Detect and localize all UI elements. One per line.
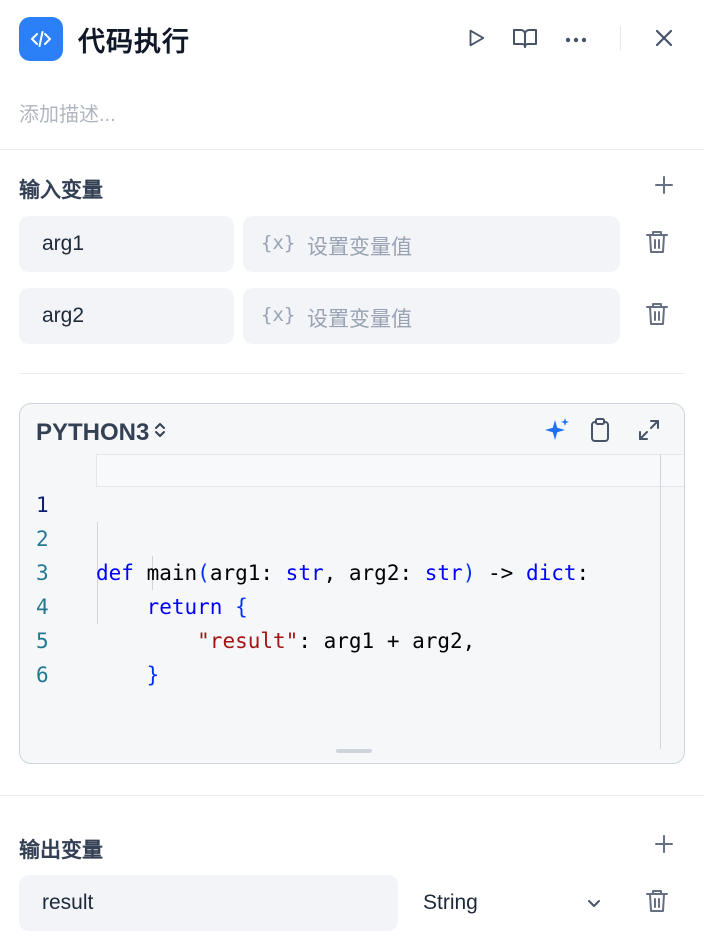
close-button[interactable]: [646, 22, 682, 58]
trash-icon: [645, 229, 669, 260]
node-header: 代码执行: [0, 0, 704, 80]
input-variable-name[interactable]: arg2: [19, 288, 234, 344]
variable-icon: {x}: [261, 304, 296, 326]
editor-scrollbar[interactable]: [660, 454, 661, 749]
code-editor[interactable]: PYTHON3 1 2 def main(arg1: str, arg2: st…: [19, 403, 685, 764]
input-variables-title: 输入变量: [19, 179, 103, 202]
trash-icon: [645, 301, 669, 332]
input-variable-name[interactable]: arg1: [19, 216, 234, 272]
delete-input-button[interactable]: [640, 299, 674, 333]
output-variables-title: 输出变量: [19, 839, 103, 862]
resize-handle[interactable]: [336, 749, 372, 753]
language-label: PYTHON3: [36, 419, 150, 446]
plus-icon: [654, 175, 674, 200]
expand-icon: [637, 418, 661, 447]
output-type-select[interactable]: String: [407, 875, 620, 931]
chevron-up-down-icon: [153, 419, 167, 447]
code-line[interactable]: 5 }: [20, 590, 660, 687]
language-select[interactable]: PYTHON3: [36, 419, 167, 447]
value-placeholder: 设置变量值: [307, 308, 412, 331]
add-input-button[interactable]: [648, 171, 680, 203]
node-title[interactable]: 代码执行: [78, 20, 190, 59]
bracket-token: }: [146, 663, 160, 687]
run-button[interactable]: [458, 22, 494, 58]
code-line[interactable]: 3 return {: [20, 522, 660, 619]
code-line[interactable]: 4 "result": arg1 + arg2,: [20, 556, 660, 653]
input-variable-value[interactable]: {x} 设置变量值: [243, 288, 620, 344]
expand-button[interactable]: [632, 415, 666, 449]
close-icon: [654, 28, 674, 53]
clipboard-icon: [589, 417, 611, 448]
value-placeholder: 设置变量值: [307, 236, 412, 259]
play-icon: [465, 27, 487, 54]
input-variable-value[interactable]: {x} 设置变量值: [243, 216, 620, 272]
delete-input-button[interactable]: [640, 227, 674, 261]
plus-icon: [654, 834, 674, 859]
more-horizontal-icon: [564, 31, 588, 49]
code-text: }: [96, 658, 160, 692]
divider: [0, 795, 704, 796]
output-type-label: String: [423, 891, 478, 914]
output-variable-name[interactable]: result: [19, 875, 398, 931]
description-input[interactable]: 添加描述...: [19, 98, 116, 127]
divider: [0, 149, 704, 150]
sparkle-ai-icon: [543, 416, 571, 449]
trash-icon: [645, 888, 669, 919]
delete-output-button[interactable]: [640, 886, 674, 920]
variable-icon: {x}: [261, 232, 296, 254]
copy-button[interactable]: [583, 415, 617, 449]
code-line[interactable]: 2 def main(arg1: str, arg2: str) -> dict…: [20, 488, 660, 585]
docs-button[interactable]: [507, 22, 543, 58]
line-number: 6: [36, 663, 49, 687]
code-brackets-icon: [19, 17, 63, 61]
ai-generate-button[interactable]: [540, 415, 574, 449]
code-line[interactable]: 6: [20, 624, 660, 687]
book-icon: [512, 26, 538, 55]
code-line[interactable]: 1: [20, 454, 660, 517]
add-output-button[interactable]: [648, 830, 680, 862]
chevron-down-icon: [586, 875, 602, 931]
header-divider: [620, 26, 621, 50]
more-button[interactable]: [558, 22, 594, 58]
divider: [19, 373, 685, 374]
